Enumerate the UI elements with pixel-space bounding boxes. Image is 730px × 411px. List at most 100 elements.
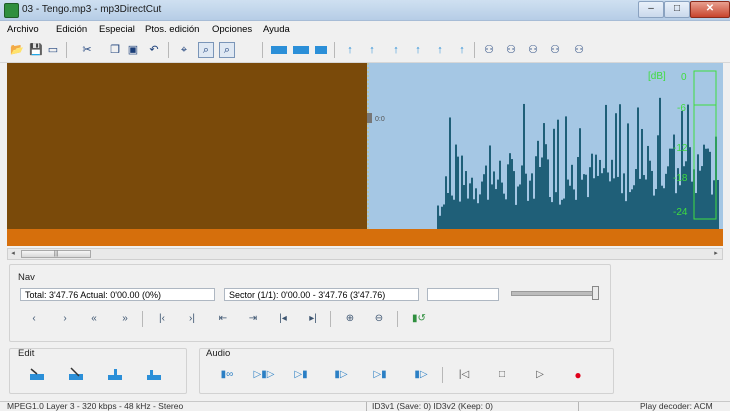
- marker-icon-4[interactable]: ↑: [410, 42, 426, 58]
- nav-label: Nav: [18, 272, 35, 283]
- nav-forward-icon[interactable]: »: [117, 312, 133, 326]
- nav-separator: [397, 311, 398, 327]
- db-label: [dB]: [648, 71, 666, 82]
- nav-separator: [330, 311, 331, 327]
- marker-icon-6[interactable]: ↑: [454, 42, 470, 58]
- menu-archivo[interactable]: Archivo: [7, 24, 39, 35]
- menu-edicion[interactable]: Edición: [56, 24, 87, 35]
- wave-view-icon-1[interactable]: [271, 46, 287, 54]
- cursor-marker: [367, 113, 372, 123]
- window-title: 03 - Tengo.mp3 - mp3DirectCut: [22, 4, 162, 15]
- scroll-thumb[interactable]: |||: [21, 250, 91, 258]
- close-button[interactable]: ✕: [690, 1, 730, 18]
- menu-bar: Archivo Edición Especial Ptos. edición O…: [0, 21, 730, 37]
- db-tick-12: -12: [673, 143, 688, 154]
- volume-slider-thumb[interactable]: [592, 286, 599, 300]
- save-as-icon[interactable]: ▭: [45, 42, 61, 58]
- menu-opciones[interactable]: Opciones: [212, 24, 252, 35]
- sector-info-field: Sector (1/1): 0'00.00 - 3'47.76 (3'47.76…: [224, 288, 419, 301]
- volume-slider-track[interactable]: [511, 291, 598, 296]
- paste-icon[interactable]: ▣: [125, 42, 141, 58]
- zoom-icon-1[interactable]: ⌖: [176, 42, 192, 58]
- toolbar-separator: [262, 42, 263, 58]
- wave-view-icon-3[interactable]: [315, 46, 327, 54]
- horizontal-scrollbar[interactable]: ◂ ||| ▸: [7, 248, 723, 260]
- wave-view-icon-2[interactable]: [293, 46, 309, 54]
- edit-label: Edit: [18, 348, 35, 359]
- toolbar-separator: [334, 42, 335, 58]
- waveform-view[interactable]: 0:0 [dB] 0 -6 -12 -18 -24: [7, 63, 723, 229]
- zoom-icon-2[interactable]: ⌕: [198, 42, 214, 58]
- undo-icon[interactable]: ↶: [146, 42, 162, 58]
- loop-icon[interactable]: ▮↺: [408, 312, 430, 326]
- person-icon-1[interactable]: ⚇: [481, 42, 497, 58]
- toolbar: 📂 💾 ▭ ✂ ❐ ▣ ↶ ⌖ ⌕ ⌕ ↑ ↑ ↑ ↑ ↑ ↑ ⚇ ⚇ ⚇ ⚇ …: [0, 38, 730, 63]
- cut-icon[interactable]: ✂: [79, 42, 95, 58]
- title-bar: 03 - Tengo.mp3 - mp3DirectCut – □ ✕: [0, 0, 730, 21]
- audio-play-to-cursor-icon[interactable]: ▷▮: [292, 368, 310, 382]
- nav-rewind-icon[interactable]: «: [86, 312, 102, 326]
- nav-prev-icon[interactable]: ‹: [26, 312, 42, 326]
- waveform-svg: 0:0 [dB] 0 -6 -12 -18 -24: [7, 63, 719, 229]
- nav-panel: [9, 264, 611, 342]
- zoom-icon-4[interactable]: [241, 42, 257, 58]
- zoom-in-icon[interactable]: ⊕: [342, 312, 358, 326]
- marker-icon-3[interactable]: ↑: [388, 42, 404, 58]
- db-tick-24: -24: [673, 207, 688, 218]
- menu-ptos-edicion[interactable]: Ptos. edición: [145, 24, 199, 35]
- audio-label: Audio: [206, 348, 231, 359]
- nav-jump-end-icon[interactable]: ⇥: [245, 312, 261, 326]
- play-icon[interactable]: ▷: [532, 368, 548, 382]
- zoom-icon-3[interactable]: ⌕: [219, 42, 235, 58]
- record-icon[interactable]: ●: [570, 368, 586, 382]
- minimize-button[interactable]: –: [638, 1, 664, 18]
- audio-play-from-start-icon[interactable]: ▮▷: [412, 368, 430, 382]
- toolbar-separator: [474, 42, 475, 58]
- nav-next-marker-icon[interactable]: ▸|: [305, 312, 321, 326]
- edit-fade-in-icon[interactable]: [28, 366, 46, 382]
- empty-field: [427, 288, 499, 301]
- menu-ayuda[interactable]: Ayuda: [263, 24, 290, 35]
- app-icon: [4, 3, 19, 18]
- marker-icon-5[interactable]: ↑: [432, 42, 448, 58]
- person-icon-4[interactable]: ⚇: [547, 42, 563, 58]
- marker-icon-2[interactable]: ↑: [364, 42, 380, 58]
- toolbar-separator: [66, 42, 67, 58]
- stop-icon[interactable]: □: [494, 368, 510, 382]
- db-tick-6: -6: [677, 103, 686, 114]
- person-icon-5[interactable]: ⚇: [571, 42, 587, 58]
- audio-play-selection-icon[interactable]: ▷▮▷: [249, 368, 279, 382]
- nav-next-icon[interactable]: ›: [57, 312, 73, 326]
- nav-sel-start-icon[interactable]: |‹: [154, 312, 170, 326]
- zoom-out-icon[interactable]: ⊖: [371, 312, 387, 326]
- go-to-start-icon[interactable]: |◁: [456, 368, 472, 382]
- edit-fade-out-icon[interactable]: [67, 366, 85, 382]
- nav-sel-end-icon[interactable]: ›|: [184, 312, 200, 326]
- marker-icon-1[interactable]: ↑: [342, 42, 358, 58]
- nav-separator: [142, 311, 143, 327]
- audio-separator: [442, 367, 443, 383]
- audio-play-to-end-icon[interactable]: ▷▮: [371, 368, 389, 382]
- selection-region: [7, 63, 367, 229]
- audio-play-from-cursor-icon[interactable]: ▮▷: [332, 368, 350, 382]
- person-icon-2[interactable]: ⚇: [503, 42, 519, 58]
- nav-prev-marker-icon[interactable]: |◂: [275, 312, 291, 326]
- person-icon-6[interactable]: [595, 42, 611, 58]
- maximize-button[interactable]: □: [664, 1, 690, 18]
- position-info-field: Total: 3'47.76 Actual: 0'00.00 (0%): [20, 288, 215, 301]
- copy-icon[interactable]: ❐: [107, 42, 123, 58]
- nav-jump-start-icon[interactable]: ⇤: [215, 312, 231, 326]
- audio-play-loop-icon[interactable]: ▮∞: [212, 368, 242, 382]
- open-folder-icon[interactable]: 📂: [9, 42, 25, 58]
- edit-volume-icon[interactable]: [145, 366, 163, 382]
- menu-especial[interactable]: Especial: [99, 24, 135, 35]
- cursor-label: 0:0: [375, 116, 385, 123]
- toolbar-separator: [168, 42, 169, 58]
- timeline-bar[interactable]: [7, 229, 723, 246]
- db-tick-18: -18: [673, 173, 688, 184]
- scroll-left-arrow[interactable]: ◂: [9, 250, 17, 258]
- save-icon[interactable]: 💾: [28, 42, 44, 58]
- person-icon-3[interactable]: ⚇: [525, 42, 541, 58]
- scroll-right-arrow[interactable]: ▸: [712, 250, 720, 258]
- edit-normalize-icon[interactable]: [106, 366, 124, 382]
